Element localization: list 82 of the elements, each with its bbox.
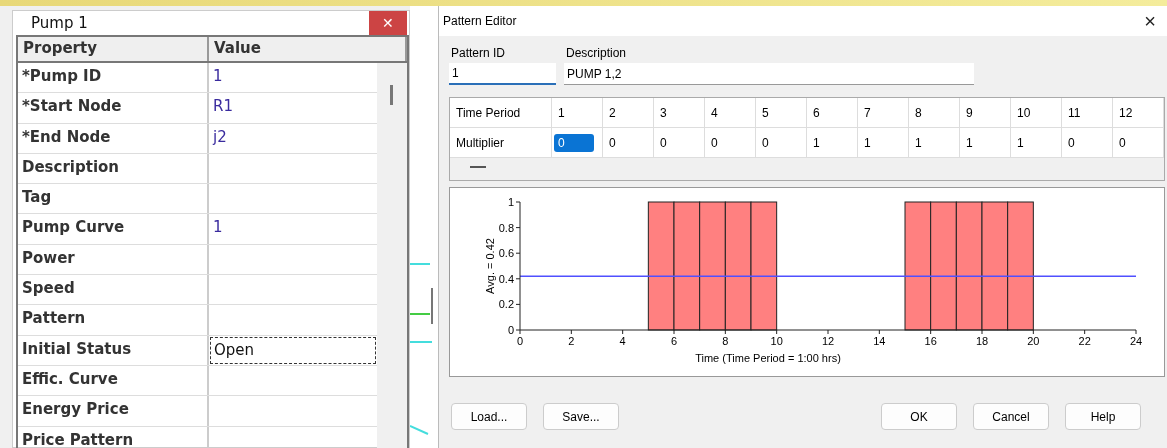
table-cell[interactable]: 0 — [660, 135, 667, 150]
tick-label: 0.6 — [498, 247, 514, 260]
row-header: Multiplier — [450, 128, 552, 157]
property-name: *Start Node — [18, 93, 209, 123]
table-cell: 12 — [1113, 98, 1164, 127]
property-name: Price Pattern — [18, 426, 209, 448]
description-field[interactable]: PUMP 1,2 — [564, 63, 974, 85]
table-cell[interactable]: 0 — [554, 133, 594, 152]
property-name: Pump Curve — [18, 214, 209, 244]
table-cell: 9 — [960, 98, 1011, 127]
dialog-button[interactable]: Save... — [543, 403, 619, 430]
property-value[interactable]: Open — [210, 336, 376, 364]
property-name: Speed — [18, 275, 209, 305]
table-cell: 11 — [1062, 98, 1113, 127]
property-value[interactable]: 1 — [209, 63, 377, 93]
axis-title: Avg. = 0.42 — [484, 238, 496, 294]
tick-label: 0.8 — [498, 221, 514, 234]
table-cell: 7 — [858, 98, 909, 127]
property-value[interactable]: R1 — [209, 93, 377, 123]
property-name: Tag — [18, 184, 209, 214]
dialog-button[interactable]: Help — [1065, 403, 1141, 430]
dialog-button[interactable]: OK — [881, 403, 957, 430]
property-value[interactable]: j2 — [209, 123, 377, 153]
tick-label: 0 — [516, 335, 524, 347]
tick-label: 12 — [821, 335, 835, 347]
table-cell[interactable]: 0 — [1068, 135, 1075, 150]
tick-label: 10 — [770, 335, 783, 347]
table-cell[interactable]: 1 — [1017, 135, 1024, 150]
tick-label: 20 — [1027, 335, 1040, 347]
tick-label: 0.4 — [498, 272, 514, 285]
table-cell[interactable]: 1 — [813, 135, 820, 150]
table-cell: 10 — [1011, 98, 1062, 127]
close-button[interactable]: × — [1133, 8, 1167, 34]
tick-label: 1 — [507, 196, 514, 208]
table-cell: 2 — [603, 98, 654, 127]
minus-icon — [470, 166, 486, 168]
table-cell[interactable]: 0 — [609, 135, 616, 150]
dialog-button[interactable]: Cancel — [973, 403, 1049, 430]
table-cell: 1 — [552, 98, 603, 127]
tick-label: 2 — [568, 335, 575, 347]
column-header: Value — [209, 37, 407, 61]
row-header: Time Period — [450, 98, 552, 127]
table-cell[interactable]: 0 — [711, 135, 718, 150]
table-cell[interactable]: 1 — [915, 135, 922, 150]
tick-label: 6 — [670, 335, 678, 347]
tick-label: 16 — [924, 335, 937, 347]
tick-label: 24 — [1129, 335, 1143, 347]
property-name: Pattern — [18, 305, 209, 335]
tick-label: 8 — [722, 335, 729, 347]
table-cell: 6 — [807, 98, 858, 127]
tick-label: 18 — [975, 335, 989, 347]
dialog-button[interactable]: Load... — [451, 403, 527, 430]
property-name: *End Node — [18, 123, 209, 153]
property-name: Power — [18, 244, 209, 275]
pattern-id-field[interactable]: 1 — [449, 63, 556, 85]
property-name: *Pump ID — [18, 63, 209, 93]
tick-label: 4 — [619, 335, 626, 347]
field-label: Description — [565, 46, 628, 60]
property-name: Effic. Curve — [18, 365, 209, 396]
table-cell: 4 — [705, 98, 756, 127]
property-value[interactable]: 1 — [209, 214, 377, 244]
table-cell: 5 — [756, 98, 807, 127]
close-button[interactable]: ✕ — [369, 11, 407, 35]
field-label: Pattern ID — [450, 46, 507, 60]
property-name: Energy Price — [18, 396, 209, 426]
table-cell[interactable]: 1 — [966, 135, 973, 150]
tick-label: 0.2 — [498, 298, 514, 311]
column-header: Property — [18, 37, 209, 61]
scrollbar[interactable] — [377, 63, 407, 448]
axis-title: Time (Time Period = 1:00 hrs) — [695, 352, 841, 364]
table-cell[interactable]: 1 — [864, 135, 871, 150]
tick-label: 14 — [873, 335, 886, 347]
property-name: Description — [18, 153, 209, 184]
window-title: Pump 1 — [31, 14, 88, 32]
table-cell: 3 — [654, 98, 705, 127]
tick-label: 0 — [507, 324, 514, 336]
property-name: Initial Status — [18, 335, 209, 365]
table-cell[interactable]: 0 — [1119, 135, 1126, 150]
window-title: Pattern Editor — [443, 14, 517, 28]
tick-label: 22 — [1078, 335, 1091, 347]
table-cell: 8 — [909, 98, 960, 127]
table-cell[interactable]: 0 — [762, 135, 769, 150]
